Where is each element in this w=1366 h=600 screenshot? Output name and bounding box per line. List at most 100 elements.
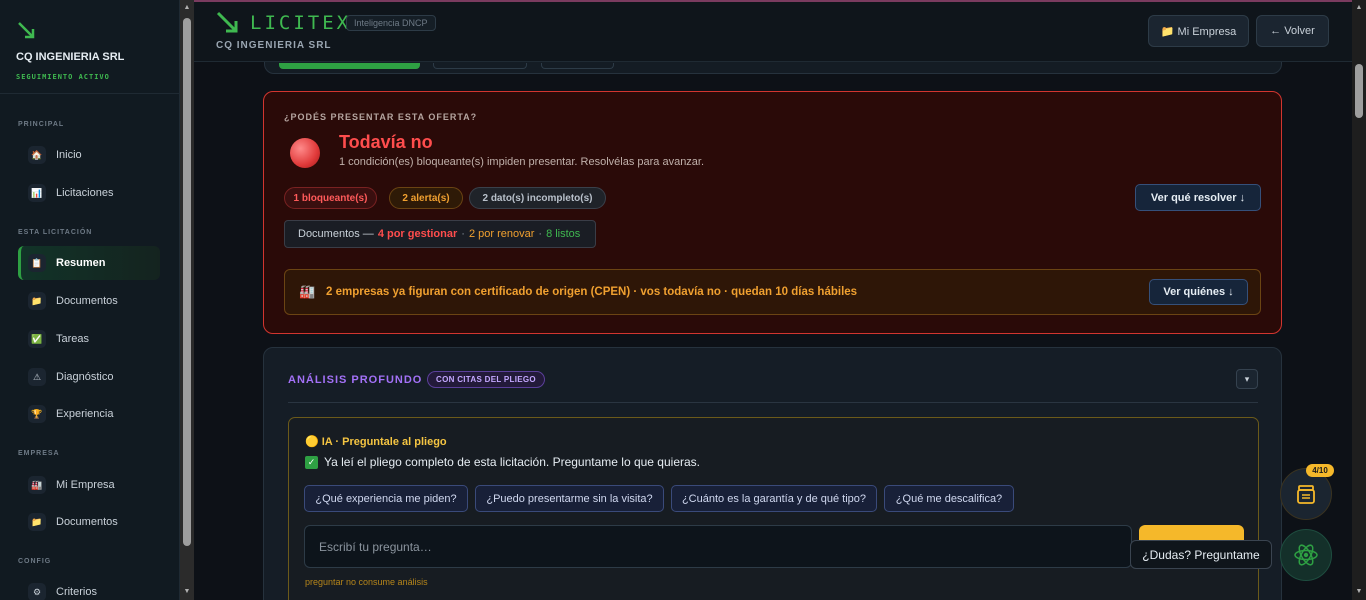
eligibility-alert-card: ¿PODÉS PRESENTAR ESTA OFERTA? Todavía no… — [263, 91, 1282, 334]
sidebar-brand: CQ INGENIERIA SRL SEGUIMIENTO ACTIVO — [0, 0, 179, 94]
check-icon: ✓ — [305, 455, 318, 469]
sidebar-status: SEGUIMIENTO ACTIVO — [16, 73, 110, 81]
atom-icon — [1294, 544, 1318, 566]
header-company-name: CQ INGENIERIA SRL — [216, 40, 332, 51]
previous-card — [264, 62, 1282, 74]
alert-title: Todavía no — [339, 132, 433, 152]
factory-icon: 🏭 — [299, 284, 316, 299]
nav-section-principal: PRINCIPAL — [18, 121, 65, 128]
cpen-warning-bar: 🏭 2 empresas ya figuran con certificado … — [284, 269, 1261, 315]
chart-icon: 📊 — [28, 184, 46, 202]
incomplete-badge[interactable]: 2 dato(s) incompleto(s) — [469, 187, 606, 209]
factory-icon: 🏭 — [28, 476, 46, 494]
collapse-toggle-icon[interactable]: ▾ — [1236, 369, 1258, 389]
scroll-down-arrow-icon[interactable]: ▼ — [183, 588, 191, 596]
sidebar-item-label: Experiencia — [56, 408, 114, 420]
docs-ready-count: 8 listos — [546, 228, 581, 240]
previous-tab-active[interactable] — [279, 63, 420, 69]
header-accent-line — [194, 0, 1352, 2]
clipboard-icon: 📋 — [28, 254, 46, 272]
deep-analysis-title: ANÁLISIS PROFUNDO — [288, 374, 423, 386]
nav-section-licitacion: ESTA LICITACIÓN — [18, 229, 93, 236]
sidebar-item-label: Documentos — [56, 516, 118, 528]
scroll-up-arrow-icon[interactable]: ▲ — [183, 4, 191, 12]
sidebar-item-label: Diagnóstico — [56, 371, 114, 383]
ia-message-text: Ya leí el pliego completo de esta licita… — [324, 455, 701, 469]
sidebar-item-criterios[interactable]: ⚙ Criterios — [18, 575, 160, 600]
scroll-down-arrow-icon[interactable]: ▼ — [1355, 588, 1363, 596]
sidebar-item-inicio[interactable]: 🏠 Inicio — [18, 138, 160, 172]
ver-quienes-button[interactable]: Ver quiénes ↓ — [1149, 279, 1248, 305]
ia-chat-heading: 🟡 IA · Preguntale al pliego — [305, 436, 447, 448]
sidebar-item-label: Resumen — [56, 257, 106, 269]
logo-trend-icon — [216, 11, 238, 33]
checkbox-icon: ✅ — [28, 330, 46, 348]
alerts-badge[interactable]: 2 alerta(s) — [389, 187, 463, 209]
cpen-warning-text: 2 empresas ya figuran con certificado de… — [326, 286, 858, 298]
sidebar-item-label: Inicio — [56, 149, 82, 161]
sidebar-item-documentos-empresa[interactable]: 📁 Documentos — [18, 505, 160, 539]
folder-icon: 📁 — [28, 292, 46, 310]
alert-question: ¿PODÉS PRESENTAR ESTA OFERTA? — [284, 112, 478, 122]
suggestion-chip[interactable]: ¿Cuánto es la garantía y de qué tipo? — [671, 485, 877, 512]
sidebar-item-label: Tareas — [56, 333, 90, 345]
docs-label: Documentos — — [298, 228, 374, 240]
sidebar-item-experiencia[interactable]: 🏆 Experiencia — [18, 397, 160, 431]
nav-section-empresa: EMPRESA — [18, 450, 60, 457]
previous-tab[interactable] — [433, 63, 527, 69]
sidebar-item-tareas[interactable]: ✅ Tareas — [18, 322, 160, 356]
docs-manage-count: 4 por gestionar — [377, 228, 458, 240]
sidebar: CQ INGENIERIA SRL SEGUIMIENTO ACTIVO PRI… — [0, 0, 180, 600]
home-icon: 🏠 — [28, 146, 46, 164]
sidebar-item-diagnostico[interactable]: ⚠ Diagnóstico — [18, 360, 160, 394]
scroll-up-arrow-icon[interactable]: ▲ — [1355, 4, 1363, 12]
ai-assistant-button[interactable] — [1280, 529, 1332, 581]
ver-que-resolver-button[interactable]: Ver qué resolver ↓ — [1135, 184, 1261, 211]
previous-tab[interactable] — [541, 63, 614, 69]
sidebar-item-label: Mi Empresa — [56, 479, 115, 491]
analysis-count-badge: 4/10 — [1306, 464, 1334, 477]
sidebar-item-label: Licitaciones — [56, 187, 114, 199]
question-input[interactable] — [304, 525, 1132, 568]
top-header: LICITEX Inteligencia DNCP CQ INGENIERIA … — [194, 0, 1352, 62]
citations-badge: CON CITAS DEL PLIEGO — [427, 371, 545, 388]
red-status-icon — [290, 138, 320, 168]
divider — [288, 402, 1258, 403]
sidebar-item-label: Documentos — [56, 295, 118, 307]
warning-icon: ⚠ — [28, 368, 46, 386]
trophy-icon: 🏆 — [28, 405, 46, 423]
ia-note: preguntar no consume análisis — [305, 577, 428, 587]
suggestion-chip[interactable]: ¿Qué experiencia me piden? — [304, 485, 468, 512]
nav-section-config: CONFIG — [18, 558, 52, 565]
documents-summary: Documentos — 4 por gestionar · 2 por ren… — [284, 220, 596, 248]
suggestion-chip[interactable]: ¿Puedo presentarme sin la visita? — [475, 485, 664, 512]
sidebar-item-resumen[interactable]: 📋 Resumen — [18, 246, 160, 280]
sidebar-company-name: CQ INGENIERIA SRL — [16, 51, 125, 63]
suggestion-chip[interactable]: ¿Qué me descalifica? — [884, 485, 1014, 512]
jar-icon — [1297, 485, 1315, 504]
folder-icon: 📁 — [28, 513, 46, 531]
app-logo-text: LICITEX — [250, 12, 352, 34]
main-scrollbar[interactable]: ▲ ▼ — [1352, 0, 1366, 600]
app-tag: Inteligencia DNCP — [346, 15, 436, 31]
docs-separator: · — [538, 228, 543, 240]
alert-description: 1 condición(es) bloqueante(s) impiden pr… — [339, 156, 705, 168]
sidebar-item-licitaciones[interactable]: 📊 Licitaciones — [18, 176, 160, 210]
sidebar-scrollbar[interactable]: ▲ ▼ — [180, 0, 194, 600]
ia-chat-message: ✓ Ya leí el pliego completo de esta lici… — [305, 455, 700, 469]
docs-renew-count: 2 por renovar — [468, 228, 535, 240]
docs-separator: · — [461, 228, 465, 240]
volver-button[interactable]: ← Volver — [1256, 15, 1329, 47]
assistant-tooltip: ¿Dudas? Preguntame — [1130, 540, 1272, 569]
ia-chat-box: 🟡 IA · Preguntale al pliego ✓ Ya leí el … — [288, 417, 1259, 600]
sidebar-item-label: Criterios — [56, 586, 97, 598]
gear-icon: ⚙ — [28, 583, 46, 600]
mi-empresa-button[interactable]: 📁 Mi Empresa — [1148, 15, 1249, 47]
sidebar-item-mi-empresa[interactable]: 🏭 Mi Empresa — [18, 468, 160, 502]
main-scroll-thumb[interactable] — [1355, 64, 1363, 118]
sidebar-scroll-thumb[interactable] — [183, 18, 191, 546]
sidebar-item-documentos[interactable]: 📁 Documentos — [18, 284, 160, 318]
main-content: ¿PODÉS PRESENTAR ESTA OFERTA? Todavía no… — [194, 62, 1352, 600]
blocking-badge[interactable]: 1 bloqueante(s) — [284, 187, 377, 209]
trend-down-icon — [18, 22, 35, 39]
